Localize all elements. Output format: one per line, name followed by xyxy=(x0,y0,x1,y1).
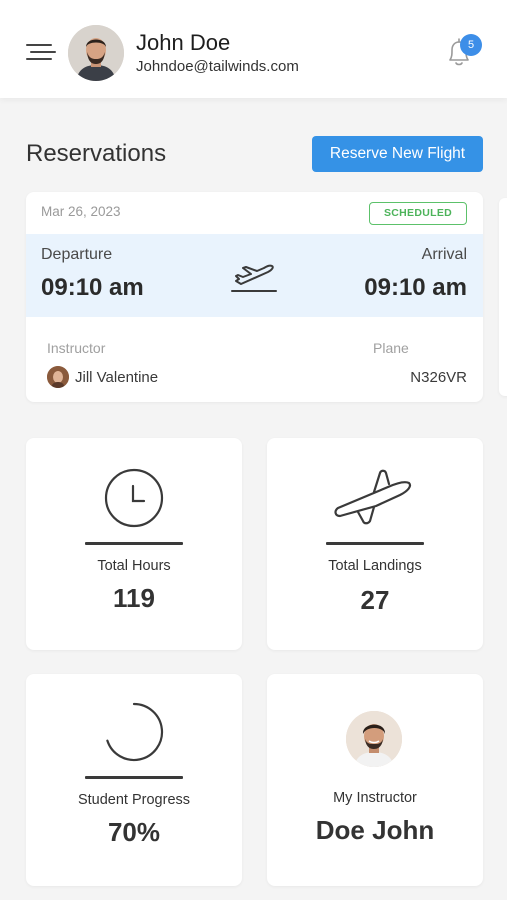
my-instructor-card[interactable]: My Instructor Doe John xyxy=(267,674,483,886)
user-avatar[interactable] xyxy=(68,25,124,81)
my-instructor-name: Doe John xyxy=(315,815,435,845)
instructor-avatar xyxy=(47,366,69,388)
instructor-name: Jill Valentine xyxy=(75,369,159,386)
divider xyxy=(326,542,424,545)
total-landings-card[interactable]: Total Landings 27 xyxy=(267,438,483,650)
student-progress-label: Student Progress xyxy=(77,792,191,808)
instructor-label: Instructor xyxy=(47,340,106,356)
divider xyxy=(85,776,183,779)
user-name: John Doe xyxy=(136,30,231,55)
my-instructor-label: My Instructor xyxy=(333,790,417,806)
arrival-label: Arrival xyxy=(421,246,467,263)
airplane-takeoff-icon xyxy=(228,258,280,298)
plane-value: N326VR xyxy=(410,369,467,386)
app-header: John Doe Johndoe@tailwinds.com 5 xyxy=(0,0,507,98)
total-hours-card[interactable]: Total Hours 119 xyxy=(26,438,242,650)
student-progress-value: 70% xyxy=(107,817,161,847)
reservations-title: Reservations xyxy=(26,140,167,167)
reservation-date: Mar 26, 2023 xyxy=(41,204,121,219)
clock-icon xyxy=(102,466,166,530)
arrival-time: 09:10 am xyxy=(364,274,467,301)
total-landings-label: Total Landings xyxy=(328,558,422,574)
airplane-landing-icon xyxy=(330,468,420,530)
total-landings-value: 27 xyxy=(360,585,390,615)
total-hours-label: Total Hours xyxy=(97,558,171,574)
notification-count-badge: 5 xyxy=(460,34,482,56)
my-instructor-avatar xyxy=(346,711,402,767)
divider xyxy=(85,542,183,545)
reserve-new-flight-button[interactable]: Reserve New Flight xyxy=(312,136,483,172)
reservation-card[interactable]: Mar 26, 2023 SCHEDULED Departure 09:10 a… xyxy=(26,192,483,402)
status-badge: SCHEDULED xyxy=(369,202,467,225)
menu-icon[interactable] xyxy=(26,40,56,64)
total-hours-value: 119 xyxy=(113,583,155,613)
flight-times-band: Departure 09:10 am Arrival 09:10 am xyxy=(26,234,483,317)
plane-label: Plane xyxy=(373,340,409,356)
student-progress-card[interactable]: Student Progress 70% xyxy=(26,674,242,886)
user-email: Johndoe@tailwinds.com xyxy=(136,58,299,75)
progress-ring-icon xyxy=(102,700,166,764)
departure-label: Departure xyxy=(41,246,113,263)
departure-time: 09:10 am xyxy=(41,274,144,301)
next-reservation-card[interactable] xyxy=(499,198,507,396)
progress-arc xyxy=(106,702,164,762)
